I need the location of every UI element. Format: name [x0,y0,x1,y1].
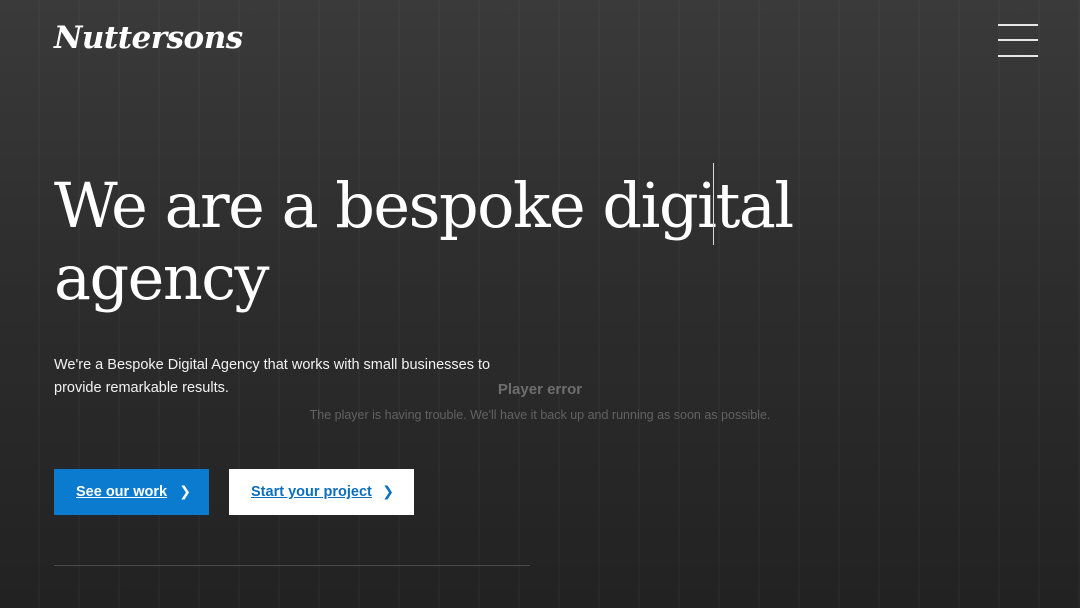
hero-heading: We are a bespoke digital agency [54,169,794,314]
typing-caret [713,163,714,245]
menu-bar [998,24,1038,26]
video-player-error: Player error The player is having troubl… [280,381,800,422]
start-your-project-button[interactable]: Start your project ❯ [229,469,414,515]
player-error-message: The player is having trouble. We'll have… [309,408,771,422]
menu-bar [998,55,1038,57]
chevron-right-icon: ❯ [179,484,191,500]
start-your-project-label: Start your project [251,484,372,500]
hero-divider [54,565,530,566]
see-our-work-button[interactable]: See our work ❯ [54,469,209,515]
hamburger-menu-button[interactable] [998,22,1038,60]
site-logo[interactable]: Nuttersons [54,20,243,56]
menu-bar [998,39,1038,41]
see-our-work-label: See our work [76,484,168,500]
chevron-right-icon: ❯ [382,484,394,500]
player-error-title: Player error [497,381,583,398]
